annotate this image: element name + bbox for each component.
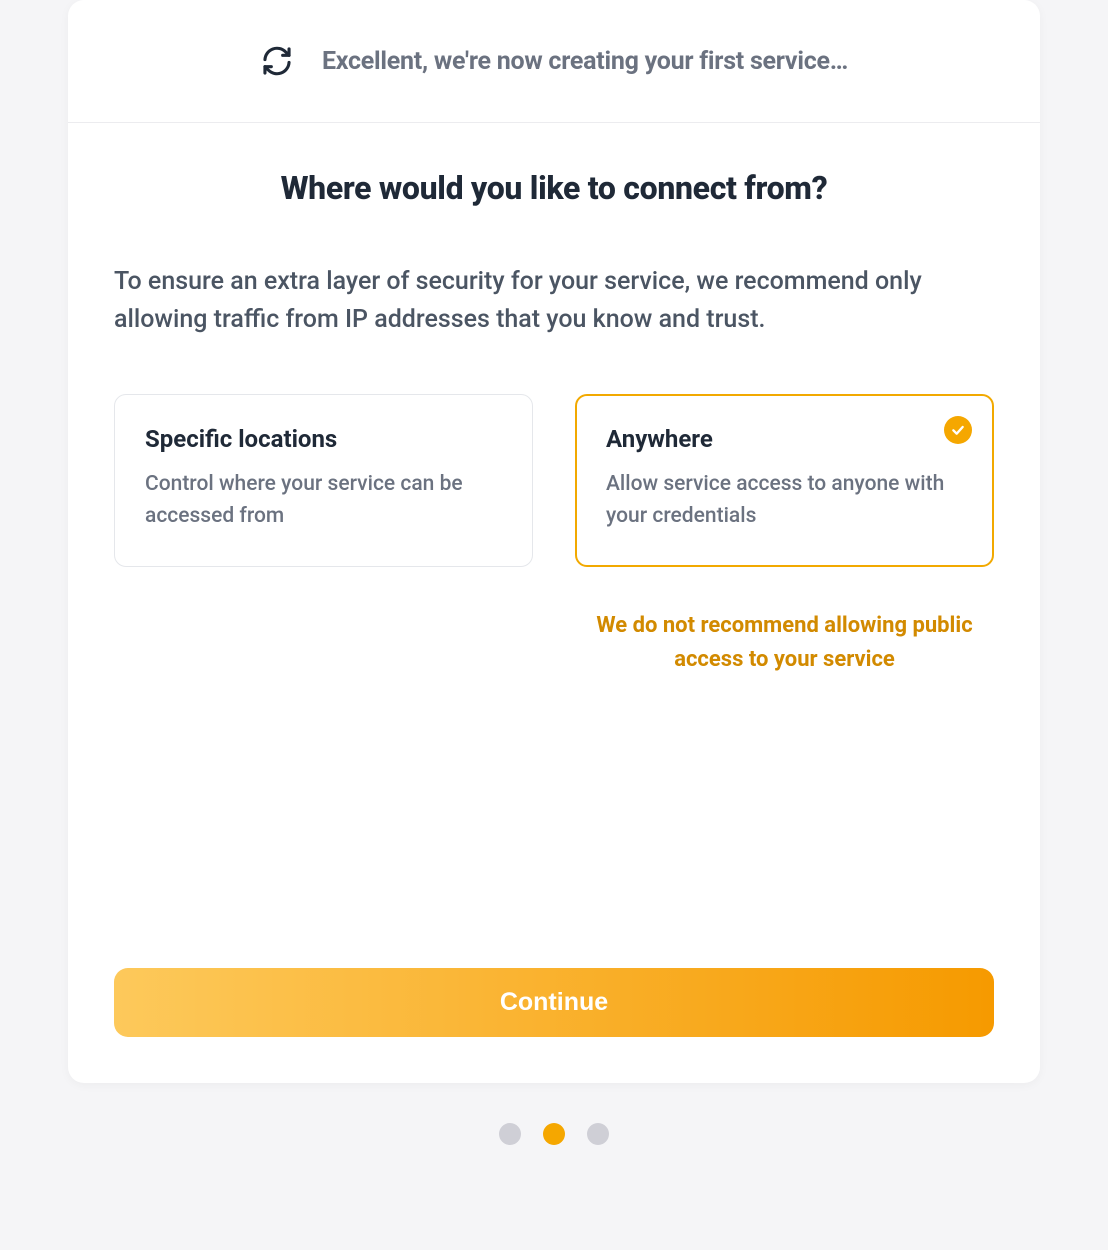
warning-text: We do not recommend allowing public acce… [575,609,994,677]
option-anywhere[interactable]: Anywhere Allow service access to anyone … [575,394,994,567]
banner: Excellent, we're now creating your first… [68,0,1040,123]
banner-text: Excellent, we're now creating your first… [322,47,848,76]
options-grid: Specific locations Control where your se… [114,394,994,677]
wizard-card: Excellent, we're now creating your first… [68,0,1040,1083]
check-icon [944,416,972,444]
progress-dot-2 [543,1123,565,1145]
progress-dot-1 [499,1123,521,1145]
progress-dot-3 [587,1123,609,1145]
page-headline: Where would you like to connect from? [114,169,994,207]
option-specific-locations[interactable]: Specific locations Control where your se… [114,394,533,567]
option-description: Allow service access to anyone with your… [606,469,963,532]
progress-dots [499,1123,609,1145]
option-description: Control where your service can be access… [145,469,502,532]
option-title: Anywhere [606,425,963,453]
sync-icon [260,44,294,78]
option-title: Specific locations [145,425,502,453]
continue-button[interactable]: Continue [114,968,994,1037]
content: Where would you like to connect from? To… [68,123,1040,1083]
page-subtext: To ensure an extra layer of security for… [114,263,994,338]
